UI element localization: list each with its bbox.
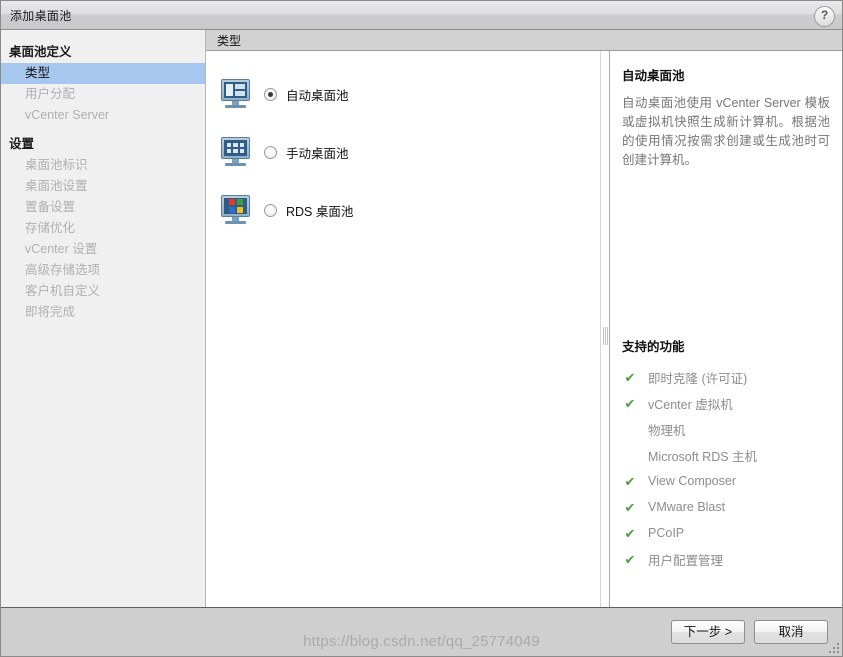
pool-type-options: 自动桌面池 手动桌面池 RDS 桌面池 xyxy=(206,51,600,607)
check-icon: ✔ xyxy=(624,499,636,515)
feature-row: 物理机 xyxy=(622,416,830,442)
feature-label-user-profile-management: 用户配置管理 xyxy=(648,553,724,568)
feature-label-view-composer: View Composer xyxy=(648,474,737,488)
section-header-label: 类型 xyxy=(217,33,242,48)
monitor-manual-pool-icon xyxy=(220,137,252,167)
monitor-auto-pool-icon xyxy=(220,79,252,109)
radio-rds-desktop-pool[interactable] xyxy=(264,203,277,217)
option-label-manual-desktop-pool: 手动桌面池 xyxy=(286,146,349,161)
option-manual-desktop-pool[interactable]: 手动桌面池 xyxy=(206,123,600,181)
sidebar-item-storage-optimization[interactable]: 存储优化 xyxy=(1,218,205,239)
window-title: 添加桌面池 xyxy=(10,8,72,23)
check-icon: ✔ xyxy=(624,525,636,541)
sidebar-item-pool-settings[interactable]: 桌面池设置 xyxy=(1,176,205,197)
feature-label-physical-machine: 物理机 xyxy=(648,423,686,438)
content-row: 自动桌面池 手动桌面池 RDS 桌面池 自动桌面池 自动桌面池使用 vCente… xyxy=(206,51,842,607)
option-automated-desktop-pool[interactable]: 自动桌面池 xyxy=(206,65,600,123)
feature-row: ✔ vCenter 虚拟机 xyxy=(622,390,830,416)
monitor-rds-pool-icon xyxy=(220,195,252,225)
feature-label-vcenter-vm: vCenter 虚拟机 xyxy=(648,397,733,412)
sidebar-group-title-definition: 桌面池定义 xyxy=(9,45,72,59)
radio-manual-desktop-pool[interactable] xyxy=(264,145,277,159)
sidebar-item-pool-identification[interactable]: 桌面池标识 xyxy=(1,155,205,176)
feature-label-vmware-blast: VMware Blast xyxy=(648,500,726,514)
supported-features-block: 支持的功能 ✔ 即时克隆 (许可证) ✔ vCenter 虚拟机 物理机 Mic… xyxy=(622,336,830,572)
dialog-body: 桌面池定义 类型 用户分配 vCenter Server 设置 桌面池标识 桌面… xyxy=(1,30,842,607)
cancel-button[interactable]: 取消 xyxy=(754,620,828,644)
feature-row: ✔ View Composer xyxy=(622,468,830,494)
check-icon: ✔ xyxy=(624,551,636,567)
info-panel: 自动桌面池 自动桌面池使用 vCenter Server 模板或虚拟机快照生成新… xyxy=(609,51,842,607)
feature-row: Microsoft RDS 主机 xyxy=(622,442,830,468)
help-icon[interactable]: ? xyxy=(814,6,835,27)
section-header-bar: 类型 xyxy=(206,30,842,51)
info-panel-description: 自动桌面池使用 vCenter Server 模板或虚拟机快照生成新计算机。根据… xyxy=(622,96,830,167)
feature-row: ✔ 即时克隆 (许可证) xyxy=(622,364,830,390)
feature-row: ✔ PCoIP xyxy=(622,520,830,546)
feature-row: ✔ VMware Blast xyxy=(622,494,830,520)
sidebar-item-vcenter-settings[interactable]: vCenter 设置 xyxy=(1,239,205,260)
dialog-footer: 下一步 > 取消 https://blog.csdn.net/qq_257740… xyxy=(1,607,842,656)
wizard-sidebar: 桌面池定义 类型 用户分配 vCenter Server 设置 桌面池标识 桌面… xyxy=(1,30,206,607)
option-label-automated-desktop-pool: 自动桌面池 xyxy=(286,88,349,103)
sidebar-item-provisioning-settings[interactable]: 置备设置 xyxy=(1,197,205,218)
option-rds-desktop-pool[interactable]: RDS 桌面池 xyxy=(206,181,600,239)
feature-label-instant-clone: 即时克隆 (许可证) xyxy=(648,371,748,386)
info-panel-title: 自动桌面池 xyxy=(622,69,685,83)
check-icon: ✔ xyxy=(624,395,636,411)
sidebar-item-type[interactable]: 类型 xyxy=(1,63,205,84)
check-icon: ✔ xyxy=(624,473,636,489)
title-bar: 添加桌面池 ? xyxy=(1,1,842,30)
option-label-rds-desktop-pool: RDS 桌面池 xyxy=(286,204,354,219)
radio-automated-desktop-pool[interactable] xyxy=(264,87,277,101)
splitter-grip-icon xyxy=(603,327,608,345)
resize-grip-icon[interactable] xyxy=(827,641,839,653)
sidebar-item-advanced-storage-options[interactable]: 高级存储选项 xyxy=(1,260,205,281)
next-button[interactable]: 下一步 > xyxy=(670,620,745,644)
sidebar-item-vcenter-server[interactable]: vCenter Server xyxy=(1,105,205,126)
sidebar-group-title-settings: 设置 xyxy=(9,137,35,151)
content-column: 类型 自动桌面池 手动桌面池 RDS 桌面池 自动桌面池 自动桌面池使用 vCe… xyxy=(206,30,842,607)
panel-splitter[interactable] xyxy=(600,51,609,607)
feature-row: ✔ 用户配置管理 xyxy=(622,546,830,572)
feature-label-microsoft-rds-host: Microsoft RDS 主机 xyxy=(648,449,758,464)
feature-label-pcoip: PCoIP xyxy=(648,526,685,540)
add-desktop-pool-dialog: 添加桌面池 ? 桌面池定义 类型 用户分配 vCenter Server 设置 … xyxy=(0,0,843,657)
supported-features-title: 支持的功能 xyxy=(622,340,685,354)
sidebar-item-user-assignment[interactable]: 用户分配 xyxy=(1,84,205,105)
sidebar-item-ready-to-complete[interactable]: 即将完成 xyxy=(1,302,205,323)
check-icon: ✔ xyxy=(624,369,636,385)
sidebar-item-guest-customization[interactable]: 客户机自定义 xyxy=(1,281,205,302)
